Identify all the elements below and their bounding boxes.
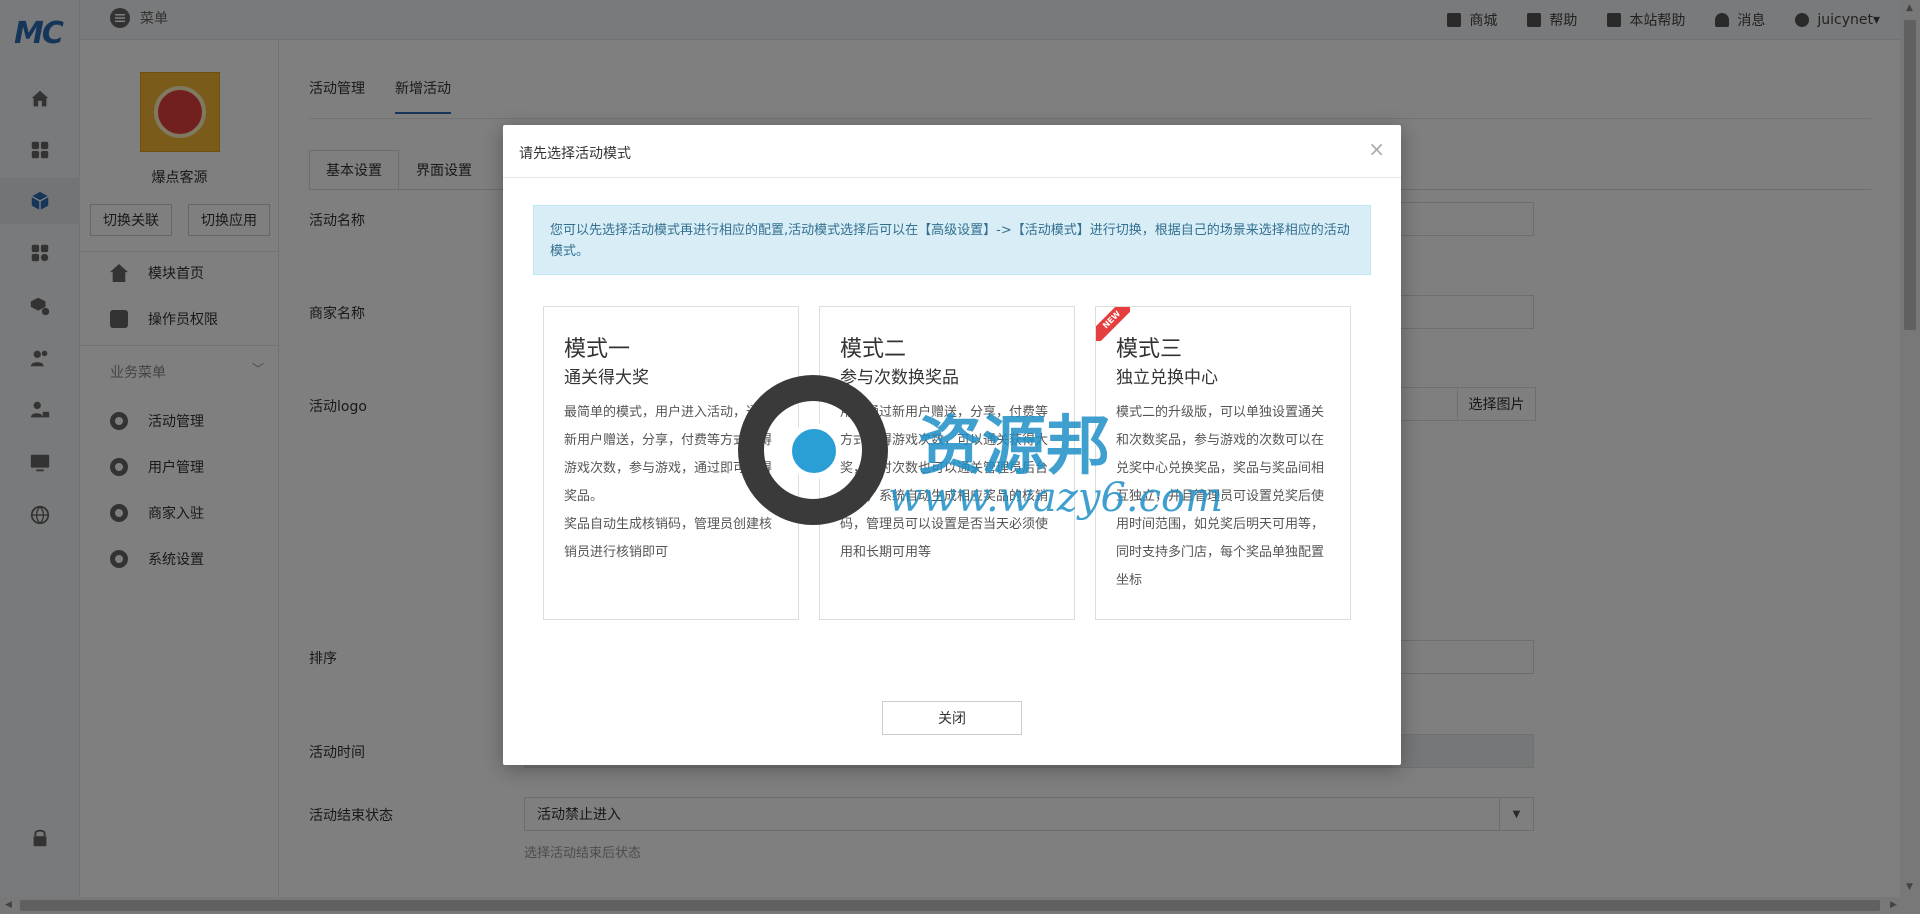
mode-card-1[interactable]: 模式一 通关得大奖 最简单的模式，用户进入活动，通过新用户赠送，分享，付费等方式…	[543, 306, 799, 620]
mode-card-description: 最简单的模式，用户进入活动，通过新用户赠送，分享，付费等方式获得游戏次数，参与游…	[564, 405, 773, 504]
mode-card-description: 模式二的升级版，可以单独设置通关和次数奖品，参与游戏的次数可以在兑奖中心兑换奖品…	[1116, 405, 1325, 588]
info-notice: 您可以先选择活动模式再进行相应的配置,活动模式选择后可以在【高级设置】->【活动…	[533, 205, 1371, 275]
mode-card-subtitle: 参与次数换奖品	[840, 368, 959, 388]
new-badge: NEW	[1096, 307, 1130, 341]
mode-card-subtitle: 独立兑换中心	[1116, 368, 1218, 388]
mode-card-2[interactable]: 模式二 参与次数换奖品 用户通过新用户赠送，分享，付费等方式获得游戏次数，可以通…	[819, 306, 1075, 620]
mode-card-description: 用户通过新用户赠送，分享，付费等方式获得游戏次数，可以通关获得大奖，同时次数也可…	[840, 405, 1049, 560]
mode-card-subtitle: 通关得大奖	[564, 368, 649, 388]
close-button[interactable]: 关闭	[882, 701, 1022, 735]
mode-card-title: 模式三	[1116, 337, 1183, 362]
mode-card-title: 模式一	[564, 337, 631, 362]
mode-card-description: 奖品自动生成核销码，管理员创建核销员进行核销即可	[564, 517, 773, 560]
dialog-title: 请先选择活动模式	[519, 146, 631, 162]
mode-select-dialog: 请先选择活动模式 × 您可以先选择活动模式再进行相应的配置,活动模式选择后可以在…	[503, 125, 1401, 765]
new-badge-label: NEW	[1096, 307, 1130, 341]
mode-card-3[interactable]: NEW 模式三 独立兑换中心 模式二的升级版，可以单独设置通关和次数奖品，参与游…	[1095, 306, 1351, 620]
close-icon[interactable]: ×	[1368, 139, 1385, 159]
mode-card-title: 模式二	[840, 337, 907, 362]
dialog-header-divider	[503, 177, 1401, 178]
